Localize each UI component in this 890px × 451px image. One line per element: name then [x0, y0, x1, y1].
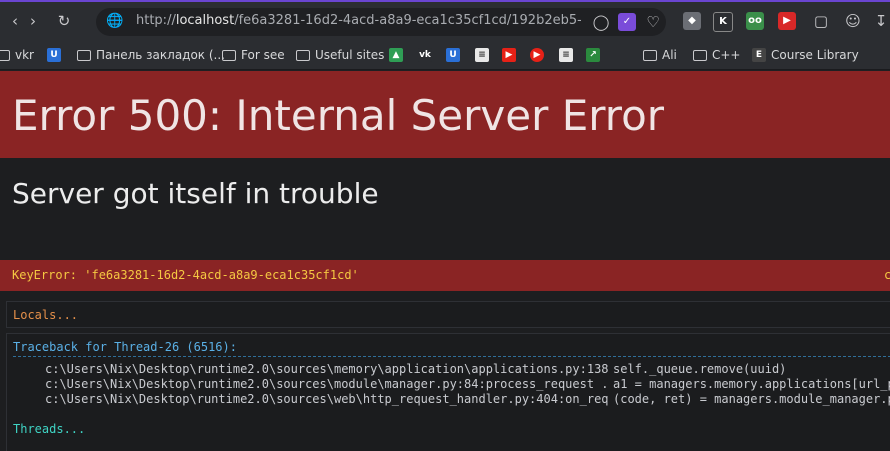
bookmark-u[interactable]: U [47, 46, 61, 64]
folder-icon [0, 49, 10, 61]
bookmark-vkr[interactable]: vkr [0, 46, 34, 64]
bookmark-drive[interactable]: ▲ [389, 46, 403, 64]
camera-icon[interactable]: ◯ [590, 11, 612, 33]
heart-icon[interactable]: ♡ [642, 11, 664, 33]
exception-banner: KeyError: 'fe6a3281-16d2-4acd-a8a9-eca1c… [0, 260, 890, 291]
page-content: Error 500: Internal Server Error Server … [0, 71, 890, 451]
u-icon: U [47, 48, 61, 62]
folder-icon [296, 49, 310, 61]
frame-code: self._queue.remove(uuid) [613, 362, 787, 376]
bookmark-ali[interactable]: Ali [643, 46, 677, 64]
address-bar[interactable]: 🌐 http://localhost/fe6a3281-16d2-4acd-a8… [96, 8, 666, 36]
bookmark-course-library[interactable]: E Course Library [752, 46, 859, 64]
bookmark-cpp[interactable]: C++ [693, 46, 741, 64]
browser-toolbar: ‹ › ↻ 🌐 http://localhost/fe6a3281-16d2-4… [0, 0, 890, 40]
drive-icon: ▲ [389, 48, 403, 62]
file-icon: ≡ [475, 48, 489, 62]
url-path: /fe6a3281-16d2-4acd-a8a9-eca1c35cf1cd/19… [234, 13, 581, 28]
file-icon: ≡ [559, 48, 573, 62]
u-icon: U [446, 48, 460, 62]
error-title: Error 500: Internal Server Error [12, 91, 665, 140]
traceback-frame: c:\Users\Nix\Desktop\runtime2.0\sources\… [45, 392, 890, 406]
locals-section[interactable]: Locals... [6, 301, 890, 328]
bookmark-panel[interactable]: Панель закладок (... [77, 46, 225, 64]
shield-icon[interactable]: ◆ [683, 12, 701, 30]
traceback-frame: c:\Users\Nix\Desktop\runtime2.0\sources\… [45, 362, 786, 376]
bookmark-label: Course Library [771, 48, 859, 62]
frame-location: c:\Users\Nix\Desktop\runtime2.0\sources\… [45, 392, 608, 406]
url-text[interactable]: http://localhost/fe6a3281-16d2-4acd-a8a9… [136, 13, 581, 28]
bookmark-label: Панель закладок (... [96, 48, 225, 62]
traceback-frame: c:\Users\Nix\Desktop\runtime2.0\sources\… [45, 377, 890, 391]
folder-icon [693, 49, 707, 61]
owl-ext-icon[interactable]: oo [746, 12, 764, 30]
url-host: localhost [175, 13, 235, 28]
reload-icon[interactable]: ↻ [53, 10, 75, 32]
bookmark-vk[interactable]: vk [418, 46, 432, 64]
locals-toggle[interactable]: Locals... [13, 308, 78, 322]
folder-icon [222, 49, 236, 61]
bookmark-youtube[interactable]: ▶ [502, 46, 516, 64]
download-icon[interactable]: ↧ [870, 10, 890, 32]
folder-icon [643, 49, 657, 61]
folder-icon [77, 49, 91, 61]
bookmarks-bar: vkr U Панель закладок (... For see Usefu… [0, 40, 890, 70]
epic-icon: E [752, 48, 766, 62]
bookmark-for-see[interactable]: For see [222, 46, 285, 64]
vk-ext-icon[interactable]: K [713, 12, 733, 32]
frame-code: (code, ret) = managers.module_manager.pr [613, 392, 890, 406]
forward-icon[interactable]: › [22, 10, 44, 32]
bookmark-chart[interactable]: ↗ [586, 46, 600, 64]
bookmark-label: Ali [662, 48, 677, 62]
shield-ext-icon[interactable]: ✓ [618, 13, 636, 31]
traceback-section: Traceback for Thread-26 (6516): c:\Users… [6, 333, 890, 451]
bookmark-useful-sites[interactable]: Useful sites [296, 46, 384, 64]
extensions-icon[interactable]: ▢ [810, 10, 832, 32]
bookmark-label: C++ [712, 48, 741, 62]
bookmark-label: For see [241, 48, 285, 62]
frame-location: c:\Users\Nix\Desktop\runtime2.0\sources\… [45, 377, 608, 391]
profile-icon[interactable]: ☺ [842, 10, 864, 32]
bookmark-label: Useful sites [315, 48, 385, 62]
traceback-divider [13, 356, 890, 357]
bookmark-u2[interactable]: U [446, 46, 460, 64]
bookmark-file2[interactable]: ≡ [559, 46, 573, 64]
youtube-music-icon: ▶ [530, 48, 544, 62]
exception-overflow-text: c [884, 268, 890, 282]
bookmark-youtube-music[interactable]: ▶ [530, 46, 544, 64]
youtube-icon: ▶ [502, 48, 516, 62]
error-header: Error 500: Internal Server Error [0, 71, 890, 158]
exception-message: KeyError: 'fe6a3281-16d2-4acd-a8a9-eca1c… [12, 268, 359, 282]
frame-code: a1 = managers.memory.applications[url_pa [613, 377, 890, 391]
error-subtitle: Server got itself in trouble [12, 177, 379, 210]
frame-location: c:\Users\Nix\Desktop\runtime2.0\sources\… [45, 362, 608, 376]
video-ext-icon[interactable]: ▶ [778, 12, 796, 30]
threads-toggle[interactable]: Threads... [13, 422, 85, 436]
bookmark-label: vkr [15, 48, 34, 62]
chart-icon: ↗ [586, 48, 600, 62]
url-scheme: http:// [136, 13, 176, 28]
vk-icon: vk [418, 48, 432, 62]
bookmark-file[interactable]: ≡ [475, 46, 489, 64]
site-info-icon[interactable]: 🌐 [106, 12, 124, 30]
traceback-title: Traceback for Thread-26 (6516): [13, 340, 237, 354]
